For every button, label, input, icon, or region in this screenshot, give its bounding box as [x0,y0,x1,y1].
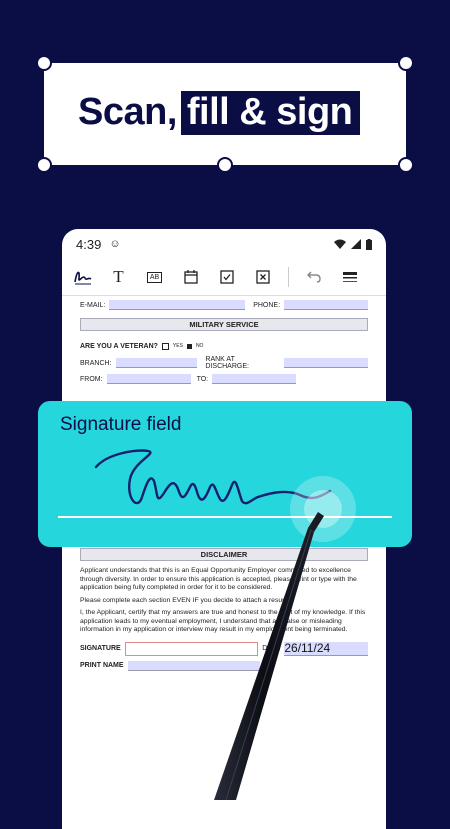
stylus-pen [214,512,324,800]
